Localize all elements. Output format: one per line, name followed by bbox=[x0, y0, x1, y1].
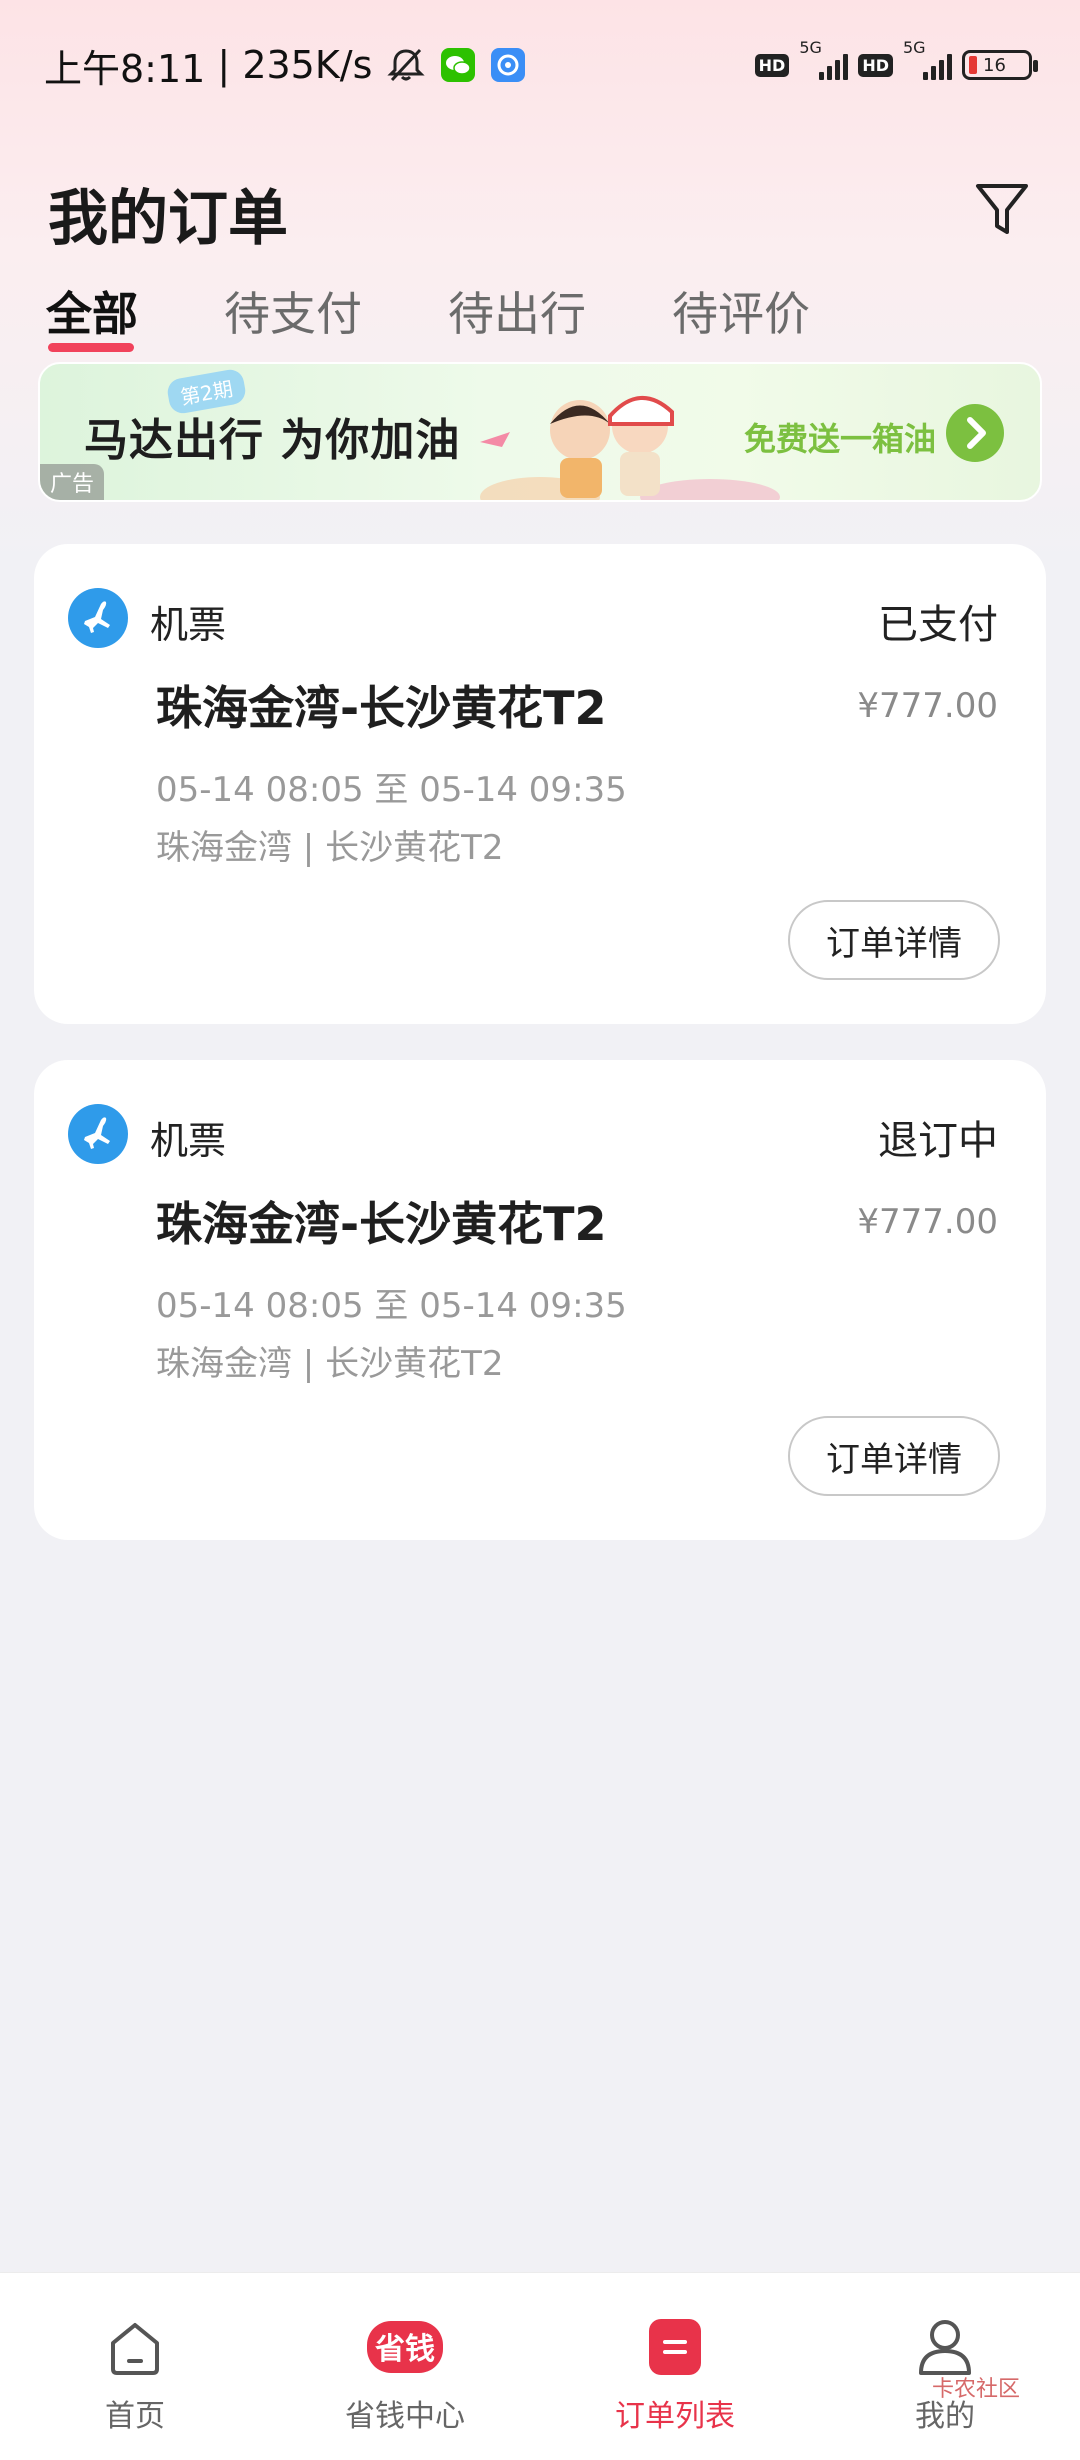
order-status: 退订中 bbox=[878, 1118, 998, 1164]
status-time: 上午8:11 bbox=[44, 46, 206, 91]
network-type: 5G bbox=[903, 38, 926, 57]
order-detail-button[interactable]: 订单详情 bbox=[788, 900, 1000, 980]
mute-icon bbox=[386, 47, 426, 83]
network-type: 5G bbox=[799, 38, 822, 57]
flight-route: 珠海金湾-长沙黄花T2 bbox=[156, 681, 607, 735]
airplane-icon bbox=[68, 1104, 128, 1164]
hd-badge: HD bbox=[754, 53, 790, 77]
order-type: 机票 bbox=[150, 1119, 227, 1163]
flight-time: 05-14 08:05 至 05-14 09:35 bbox=[156, 1286, 627, 1326]
hd-badge: HD bbox=[858, 53, 893, 77]
status-bar: 上午8:11 | 235K/s HD 5G HD 5G 16 bbox=[0, 0, 1080, 130]
tab-pending-payment[interactable]: 待支付 bbox=[224, 278, 362, 344]
nav-order-list[interactable]: 订单列表 bbox=[540, 2273, 810, 2460]
tab-all[interactable]: 全部 bbox=[46, 278, 138, 352]
nav-home-label: 首页 bbox=[105, 2399, 165, 2434]
order-detail-button[interactable]: 订单详情 bbox=[788, 1416, 1000, 1496]
order-tabs: 全部 待支付 待出行 待评价 bbox=[46, 278, 896, 352]
order-list-icon bbox=[649, 2319, 701, 2375]
app-icon bbox=[490, 47, 526, 83]
profile-icon bbox=[919, 2320, 971, 2375]
home-icon bbox=[111, 2323, 159, 2375]
order-card[interactable]: 机票 已支付 珠海金湾-长沙黄花T2 ¥777.00 05-14 08:05 至… bbox=[34, 544, 1046, 1024]
battery-icon: 16 bbox=[962, 50, 1038, 80]
flight-airports: 珠海金湾 | 长沙黄花T2 bbox=[156, 828, 504, 868]
battery-level: 16 bbox=[983, 54, 1006, 76]
order-price: ¥777.00 bbox=[857, 686, 998, 726]
wechat-icon bbox=[440, 47, 476, 83]
network-speed: 235K/s bbox=[242, 43, 373, 87]
nav-mine[interactable]: 我的 卡农社区 bbox=[810, 2273, 1080, 2460]
order-card[interactable]: 机票 退订中 珠海金湾-长沙黄花T2 ¥777.00 05-14 08:05 至… bbox=[34, 1060, 1046, 1540]
nav-save-center[interactable]: 省钱 省钱中心 bbox=[270, 2273, 540, 2460]
ad-title: 马达出行 为你加油 bbox=[84, 415, 461, 466]
watermark: 卡农社区 bbox=[931, 2377, 1020, 2402]
bottom-nav: 首页 省钱 省钱中心 订单列表 我的 卡农社区 bbox=[0, 2272, 1080, 2460]
nav-save-label: 省钱中心 bbox=[345, 2399, 465, 2434]
nav-orders-label: 订单列表 bbox=[615, 2399, 735, 2434]
order-price: ¥777.00 bbox=[857, 1202, 998, 1242]
status-right: HD 5G HD 5G 16 bbox=[754, 38, 1038, 80]
flight-time: 05-14 08:05 至 05-14 09:35 bbox=[156, 770, 627, 810]
signal-icon: 5G bbox=[903, 38, 952, 80]
order-status: 已支付 bbox=[878, 602, 998, 648]
status-left: 上午8:11 | 235K/s bbox=[44, 38, 526, 93]
airplane-icon bbox=[68, 588, 128, 648]
flight-route: 珠海金湾-长沙黄花T2 bbox=[156, 1197, 607, 1251]
filter-icon[interactable] bbox=[972, 178, 1032, 240]
ad-arrow-icon[interactable] bbox=[946, 404, 1004, 462]
ad-illustration bbox=[480, 395, 780, 500]
status-separator: | bbox=[205, 43, 243, 87]
ad-cta-text: 免费送一箱油 bbox=[744, 420, 937, 458]
ad-banner[interactable]: 马达出行 为你加油 第2期 免费送一箱油 广告 bbox=[38, 362, 1042, 502]
flight-airports: 珠海金湾 | 长沙黄花T2 bbox=[156, 1344, 504, 1384]
app-screen: 上午8:11 | 235K/s HD 5G HD 5G 16 我的订单 全部 待… bbox=[0, 0, 1080, 2460]
save-money-icon: 省钱 bbox=[367, 2321, 443, 2373]
save-icon-text: 省钱 bbox=[375, 2332, 435, 2367]
nav-home[interactable]: 首页 bbox=[0, 2273, 270, 2460]
ad-label: 广告 bbox=[40, 464, 105, 500]
tab-pending-travel[interactable]: 待出行 bbox=[448, 278, 586, 344]
tab-pending-review[interactable]: 待评价 bbox=[672, 278, 810, 344]
order-type: 机票 bbox=[150, 603, 227, 647]
signal-icon: 5G bbox=[799, 38, 849, 80]
page-title: 我的订单 bbox=[48, 184, 288, 254]
